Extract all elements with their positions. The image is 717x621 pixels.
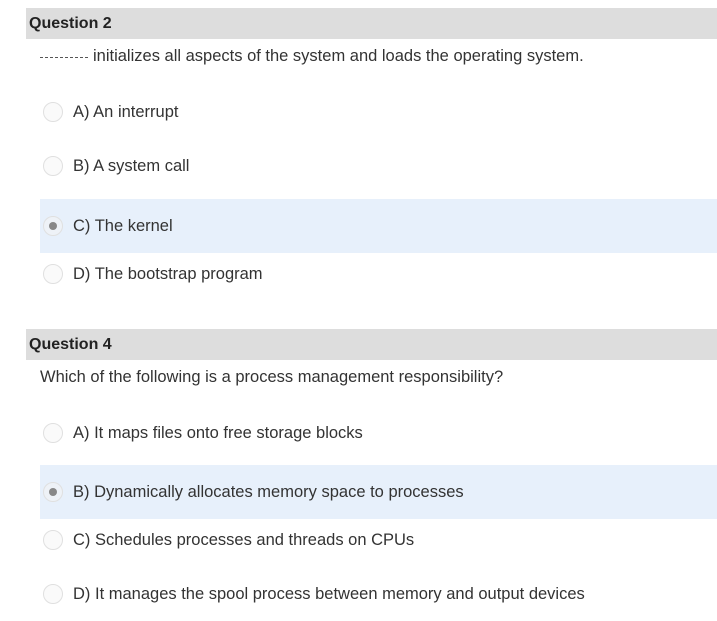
option-label: A) An interrupt <box>73 102 179 121</box>
question-text: Which of the following is a process mana… <box>40 368 504 386</box>
answer-option-a[interactable]: A) An interrupt <box>40 85 717 139</box>
fill-in-blank <box>40 57 88 58</box>
question-prompt: initializes all aspects of the system an… <box>40 47 584 66</box>
answer-option-d[interactable]: D) The bootstrap program <box>40 247 717 301</box>
option-label: D) The bootstrap program <box>73 264 263 283</box>
radio-button[interactable] <box>43 482 63 502</box>
radio-dot-icon <box>49 222 57 230</box>
answer-option-d[interactable]: D) It manages the spool process between … <box>40 567 717 621</box>
radio-button[interactable] <box>43 102 63 122</box>
answer-option-b[interactable]: B) A system call <box>40 139 717 193</box>
radio-dot-icon <box>49 488 57 496</box>
question-4-header: Question 4 <box>26 329 717 360</box>
answer-option-c[interactable]: C) The kernel <box>40 199 717 253</box>
answer-option-c[interactable]: C) Schedules processes and threads on CP… <box>40 513 717 567</box>
radio-button[interactable] <box>43 264 63 284</box>
question-text: initializes all aspects of the system an… <box>93 47 584 65</box>
option-label: C) Schedules processes and threads on CP… <box>73 530 415 549</box>
radio-button[interactable] <box>43 216 63 236</box>
question-title: Question 2 <box>29 14 112 32</box>
answer-option-a[interactable]: A) It maps files onto free storage block… <box>40 406 717 460</box>
radio-button[interactable] <box>43 423 63 443</box>
radio-button[interactable] <box>43 584 63 604</box>
question-title: Question 4 <box>29 335 112 353</box>
option-label: D) It manages the spool process between … <box>73 584 585 603</box>
option-label: C) The kernel <box>73 216 173 235</box>
option-label: A) It maps files onto free storage block… <box>73 423 363 442</box>
answer-option-b[interactable]: B) Dynamically allocates memory space to… <box>40 465 717 519</box>
option-label: B) Dynamically allocates memory space to… <box>73 482 464 501</box>
radio-button[interactable] <box>43 530 63 550</box>
question-2-header: Question 2 <box>26 8 717 39</box>
radio-button[interactable] <box>43 156 63 176</box>
option-label: B) A system call <box>73 156 190 175</box>
question-prompt: Which of the following is a process mana… <box>40 368 503 387</box>
